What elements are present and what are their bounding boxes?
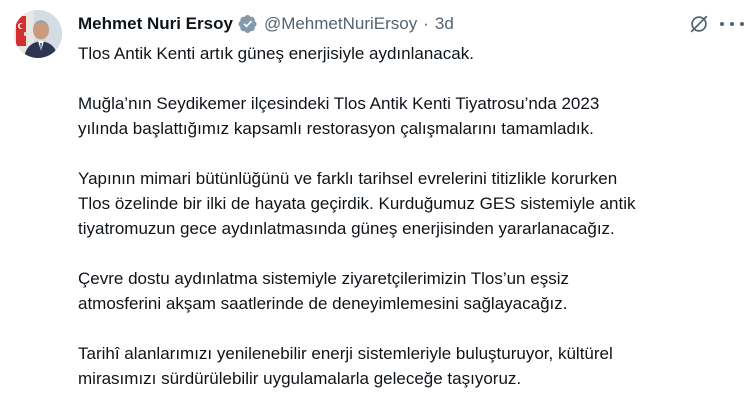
tweet-line: tiyatromuzun gece aydınlatmasında güneş … <box>78 219 615 238</box>
tweet-line: Çevre dostu aydınlatma sistemiyle ziyare… <box>78 269 569 288</box>
avatar-photo <box>14 10 62 58</box>
tweet-paragraph: Tlos Antik Kenti artık güneş enerjisiyle… <box>78 41 748 66</box>
tweet-line: Yapının mimari bütünlüğünü ve farklı tar… <box>78 169 618 188</box>
tweet-line: Tlos özelinde bir ilki de hayata geçirdi… <box>78 194 636 213</box>
tweet-line: Tarihî alanlarımızı yenilenebilir enerji… <box>78 344 613 363</box>
tweet-paragraph: Yapının mimari bütünlüğünü ve farklı tar… <box>78 166 748 241</box>
tweet-line: Muğla’nın Seydikemer ilçesindeki Tlos An… <box>78 94 600 113</box>
author-name[interactable]: Mehmet Nuri Ersoy <box>78 14 233 34</box>
tweet-paragraph: Muğla’nın Seydikemer ilçesindeki Tlos An… <box>78 91 748 141</box>
tweet-line: yılında başlattığımız kapsamlı restorasy… <box>78 119 594 138</box>
more-options-icon[interactable] <box>720 14 744 34</box>
tweet-text: Tlos Antik Kenti artık güneş enerjisiyle… <box>78 41 748 391</box>
tweet-line: mirasımızı sürdürülebilir uygulamalarla … <box>78 369 522 388</box>
tweet-paragraph: Tarihî alanlarımızı yenilenebilir enerji… <box>78 341 748 391</box>
more-dot-icon <box>720 22 724 26</box>
timestamp[interactable]: 3d <box>435 14 454 34</box>
verified-badge-icon[interactable] <box>238 14 258 34</box>
tweet-card[interactable]: Mehmet Nuri Ersoy @MehmetNuriErsoy · 3d … <box>0 0 752 408</box>
avatar[interactable] <box>14 10 62 58</box>
separator-dot: · <box>423 14 429 33</box>
tweet-line: Tlos Antik Kenti artık güneş enerjisiyle… <box>78 44 474 63</box>
author-handle[interactable]: @MehmetNuriErsoy <box>264 14 417 34</box>
tweet-paragraph: Çevre dostu aydınlatma sistemiyle ziyare… <box>78 266 748 316</box>
tweet-header: Mehmet Nuri Ersoy @MehmetNuriErsoy · 3d <box>78 12 454 36</box>
grok-icon[interactable] <box>688 13 710 35</box>
more-dot-icon <box>730 22 734 26</box>
more-dot-icon <box>740 22 744 26</box>
tweet-line: atmosferini akşam saatlerinde de deneyim… <box>78 294 568 313</box>
